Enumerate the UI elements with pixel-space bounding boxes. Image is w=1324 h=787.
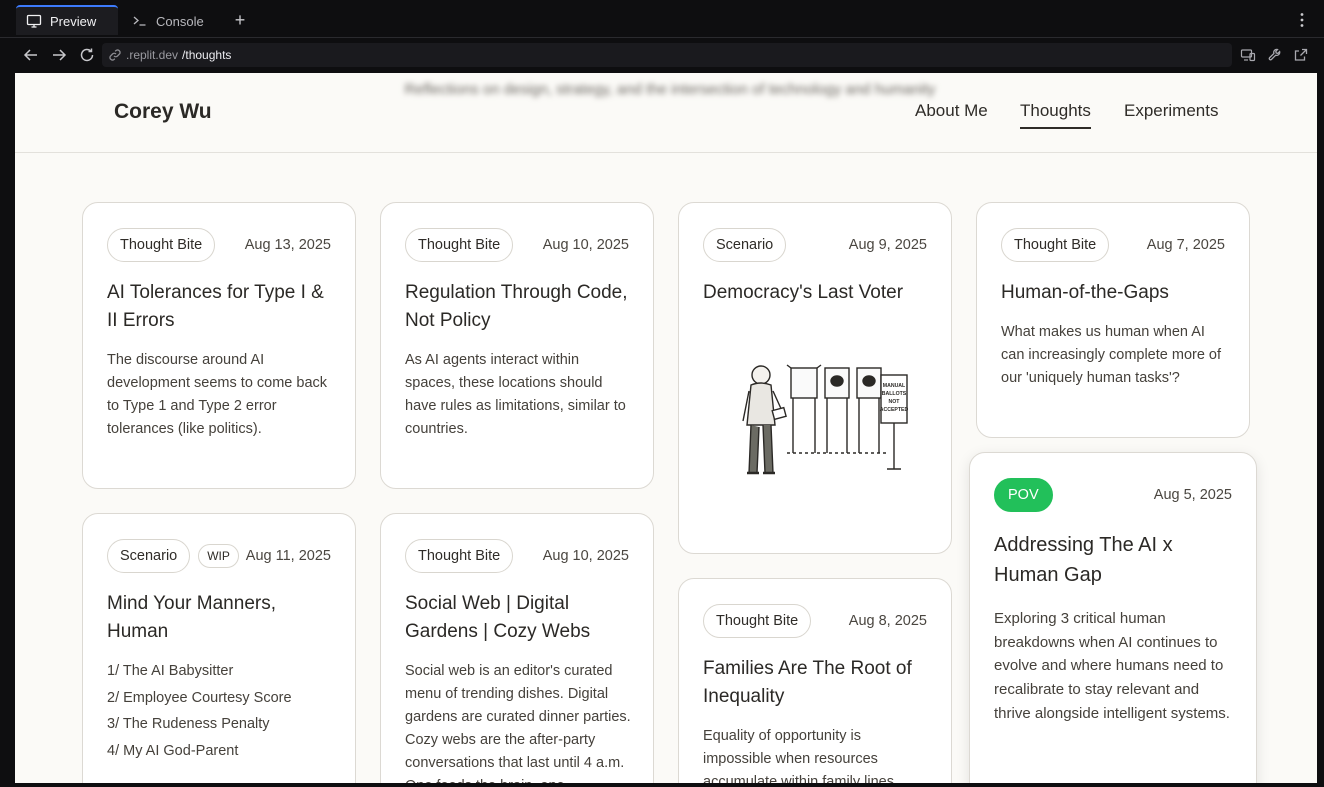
terminal-icon — [132, 13, 148, 29]
card-date: Aug 5, 2025 — [1153, 487, 1232, 503]
card-meta: Scenario Aug 9, 2025 — [703, 228, 927, 262]
card-title[interactable]: AI Tolerances for Type I & II Errors — [107, 279, 331, 335]
thought-card[interactable]: Thought Bite Aug 13, 2025 AI Tolerances … — [82, 202, 356, 489]
card-meta: Thought Bite Aug 10, 2025 — [405, 228, 629, 262]
card-meta: Thought Bite Aug 13, 2025 — [107, 228, 331, 262]
category-tag: Thought Bite — [107, 228, 216, 262]
card-excerpt: As AI agents interact within spaces, the… — [405, 352, 626, 437]
wip-tag: WIP — [198, 544, 239, 568]
card-meta: Thought Bite Aug 7, 2025 — [1001, 228, 1225, 262]
category-tag: Scenario — [107, 539, 191, 573]
category-tag: Thought Bite — [703, 604, 812, 638]
workspace-tabbar: Preview Console + — [0, 0, 1324, 38]
open-external-icon[interactable] — [1293, 47, 1309, 63]
scenario-list: 1/ The AI Babysitter 2/ Employee Courtes… — [107, 658, 331, 764]
card-date: Aug 10, 2025 — [542, 548, 629, 564]
card-title[interactable]: Social Web | Digital Gardens | Cozy Webs — [405, 590, 629, 646]
thought-card[interactable]: Thought Bite Aug 10, 2025 Social Web | D… — [380, 513, 654, 783]
card-title[interactable]: Addressing The AI x Human Gap — [994, 530, 1232, 590]
card-excerpt: The discourse around AI development seem… — [107, 352, 328, 437]
devices-icon[interactable] — [1240, 47, 1256, 63]
card-meta: Scenario WIP Aug 11, 2025 — [107, 539, 331, 573]
card-date: Aug 13, 2025 — [244, 237, 331, 253]
card-excerpt: Exploring 3 critical human breakdowns wh… — [994, 610, 1230, 722]
card-meta: Thought Bite Aug 10, 2025 — [405, 539, 629, 573]
card-title[interactable]: Regulation Through Code, Not Policy — [405, 279, 629, 335]
card-date: Aug 11, 2025 — [245, 548, 331, 564]
card-excerpt: Equality of opportunity is impossible wh… — [703, 728, 894, 783]
tab-preview[interactable]: Preview — [16, 5, 118, 35]
site-brand[interactable]: Corey Wu — [114, 100, 212, 124]
card-title[interactable]: Mind Your Manners, Human — [107, 590, 331, 646]
devtools-wrench-icon[interactable] — [1267, 47, 1283, 63]
nav-experiments[interactable]: Experiments — [1124, 101, 1218, 121]
card-date: Aug 9, 2025 — [848, 237, 927, 253]
back-arrow-icon[interactable] — [22, 46, 40, 64]
tab-console-label: Console — [156, 13, 204, 29]
card-title[interactable]: Human-of-the-Gaps — [1001, 279, 1225, 307]
card-title[interactable]: Families Are The Root of Inequality — [703, 655, 927, 711]
svg-text:NOT: NOT — [889, 399, 901, 405]
voter-illustration: MANUAL BALLOTS NOT ACCEPTED — [742, 364, 909, 475]
site-tagline: Reflections on design, strategy, and the… — [404, 81, 936, 98]
list-item: 2/ Employee Courtesy Score — [107, 689, 292, 706]
more-options-icon[interactable] — [1294, 11, 1310, 29]
card-meta: POV Aug 5, 2025 — [994, 478, 1232, 512]
svg-text:ACCEPTED: ACCEPTED — [880, 407, 909, 413]
card-excerpt: What makes us human when AI can increasi… — [1001, 324, 1222, 386]
url-bar: .replit.dev/thoughts — [0, 38, 1324, 72]
address-field[interactable]: .replit.dev/thoughts — [102, 43, 1232, 67]
link-icon — [108, 48, 122, 62]
tab-console[interactable]: Console — [122, 6, 230, 36]
category-tag: Thought Bite — [405, 539, 514, 573]
list-item: 1/ The AI Babysitter — [107, 663, 234, 679]
thought-card[interactable]: Thought Bite Aug 10, 2025 Regulation Thr… — [380, 202, 654, 489]
nav-thoughts[interactable]: Thoughts — [1020, 101, 1091, 129]
site-header: Corey Wu Reflections on design, strategy… — [15, 73, 1317, 153]
forward-arrow-icon[interactable] — [50, 46, 68, 64]
thought-card[interactable]: Scenario Aug 9, 2025 Democracy's Last Vo… — [678, 202, 952, 554]
category-tag: Thought Bite — [405, 228, 514, 262]
card-date: Aug 7, 2025 — [1146, 237, 1225, 253]
card-meta: Thought Bite Aug 8, 2025 — [703, 604, 927, 638]
pov-tag: POV — [994, 478, 1053, 512]
card-date: Aug 10, 2025 — [542, 237, 629, 253]
thought-card[interactable]: Thought Bite Aug 7, 2025 Human-of-the-Ga… — [976, 202, 1250, 438]
svg-text:MANUAL: MANUAL — [883, 383, 906, 389]
add-tab-button[interactable]: + — [230, 10, 250, 30]
tab-preview-label: Preview — [50, 13, 97, 29]
url-host: .replit.dev — [126, 48, 179, 62]
list-item: 4/ My AI God-Parent — [107, 742, 239, 759]
list-item: 3/ The Rudeness Penalty — [107, 716, 270, 732]
card-excerpt: Social web is an editor's curated menu o… — [405, 663, 631, 783]
monitor-icon — [26, 13, 42, 29]
svg-text:BALLOTS: BALLOTS — [882, 391, 907, 397]
thought-card[interactable]: Thought Bite Aug 8, 2025 Families Are Th… — [678, 578, 952, 783]
url-path: /thoughts — [182, 48, 232, 62]
nav-about-me[interactable]: About Me — [915, 101, 988, 121]
reload-icon[interactable] — [78, 46, 96, 64]
category-tag: Scenario — [703, 228, 787, 262]
thought-card[interactable]: Scenario WIP Aug 11, 2025 Mind Your Mann… — [82, 513, 356, 783]
category-tag: Thought Bite — [1001, 228, 1110, 262]
card-title[interactable]: Democracy's Last Voter — [703, 279, 927, 307]
thought-card-featured[interactable]: POV Aug 5, 2025 Addressing The AI x Huma… — [969, 452, 1257, 783]
preview-viewport: Corey Wu Reflections on design, strategy… — [15, 73, 1317, 783]
card-date: Aug 8, 2025 — [848, 613, 927, 629]
